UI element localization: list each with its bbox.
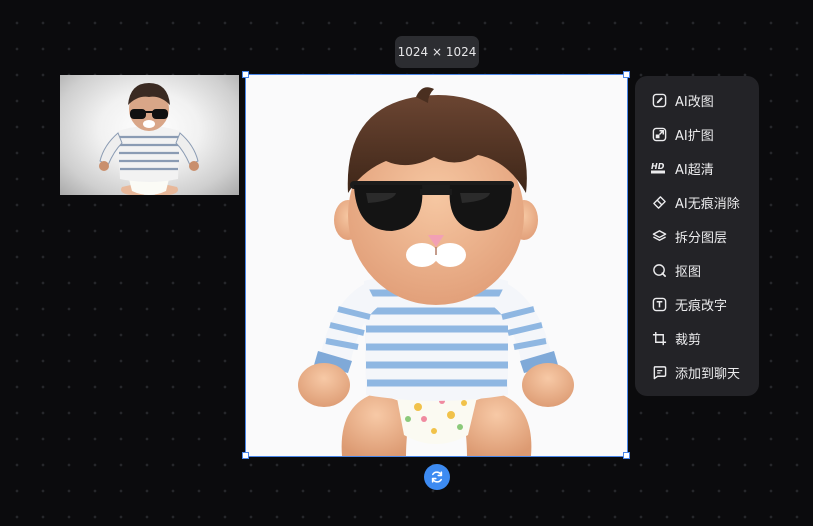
menu-item-label: AI无痕消除 xyxy=(675,196,740,212)
image-dimensions-label: 1024 × 1024 xyxy=(397,45,477,59)
resize-handle-bottom-left[interactable] xyxy=(242,452,249,459)
hd-icon: HD xyxy=(651,160,667,176)
menu-item-label: 添加到聊天 xyxy=(675,366,741,382)
menu-item-split-layers[interactable]: 拆分图层 xyxy=(635,219,759,253)
menu-item-label: AI超清 xyxy=(675,162,714,178)
cutout-icon xyxy=(651,262,667,278)
menu-item-add-to-chat[interactable]: 添加到聊天 xyxy=(635,355,759,389)
original-image-thumbnail[interactable] xyxy=(60,75,239,195)
ai-edit-icon xyxy=(651,92,667,108)
menu-item-ai-expand[interactable]: AI扩图 xyxy=(635,117,759,151)
menu-item-label: AI改图 xyxy=(675,94,714,110)
menu-item-label: AI扩图 xyxy=(675,128,714,144)
ai-expand-icon xyxy=(651,126,667,142)
image-action-menu: AI改图 AI扩图 HD AI超清 AI无痕消除 拆分图层 抠图 无痕改字 裁剪… xyxy=(635,76,759,396)
eraser-icon xyxy=(651,194,667,210)
menu-item-ai-hd[interactable]: HD AI超清 xyxy=(635,151,759,185)
crop-icon xyxy=(651,330,667,346)
resize-handle-top-right[interactable] xyxy=(623,71,630,78)
layers-icon xyxy=(651,228,667,244)
edit-text-icon xyxy=(651,296,667,312)
menu-item-cutout[interactable]: 抠图 xyxy=(635,253,759,287)
image-dimensions-badge: 1024 × 1024 xyxy=(395,36,479,68)
menu-item-label: 拆分图层 xyxy=(675,230,728,246)
svg-text:HD: HD xyxy=(651,162,665,171)
baby-3d-illustration xyxy=(298,87,574,456)
refresh-icon xyxy=(431,471,443,483)
refresh-button[interactable] xyxy=(424,464,450,490)
menu-item-crop[interactable]: 裁剪 xyxy=(635,321,759,355)
chat-add-icon xyxy=(651,364,667,380)
menu-item-ai-erase[interactable]: AI无痕消除 xyxy=(635,185,759,219)
resize-handle-top-left[interactable] xyxy=(242,71,249,78)
menu-item-label: 裁剪 xyxy=(675,332,702,348)
resize-handle-bottom-right[interactable] xyxy=(623,452,630,459)
baby-photo-illustration xyxy=(99,83,199,195)
menu-item-edit-text[interactable]: 无痕改字 xyxy=(635,287,759,321)
menu-item-label: 抠图 xyxy=(675,264,702,280)
menu-item-label: 无痕改字 xyxy=(675,298,728,314)
menu-item-ai-edit[interactable]: AI改图 xyxy=(635,83,759,117)
selected-image-canvas[interactable] xyxy=(246,75,627,456)
